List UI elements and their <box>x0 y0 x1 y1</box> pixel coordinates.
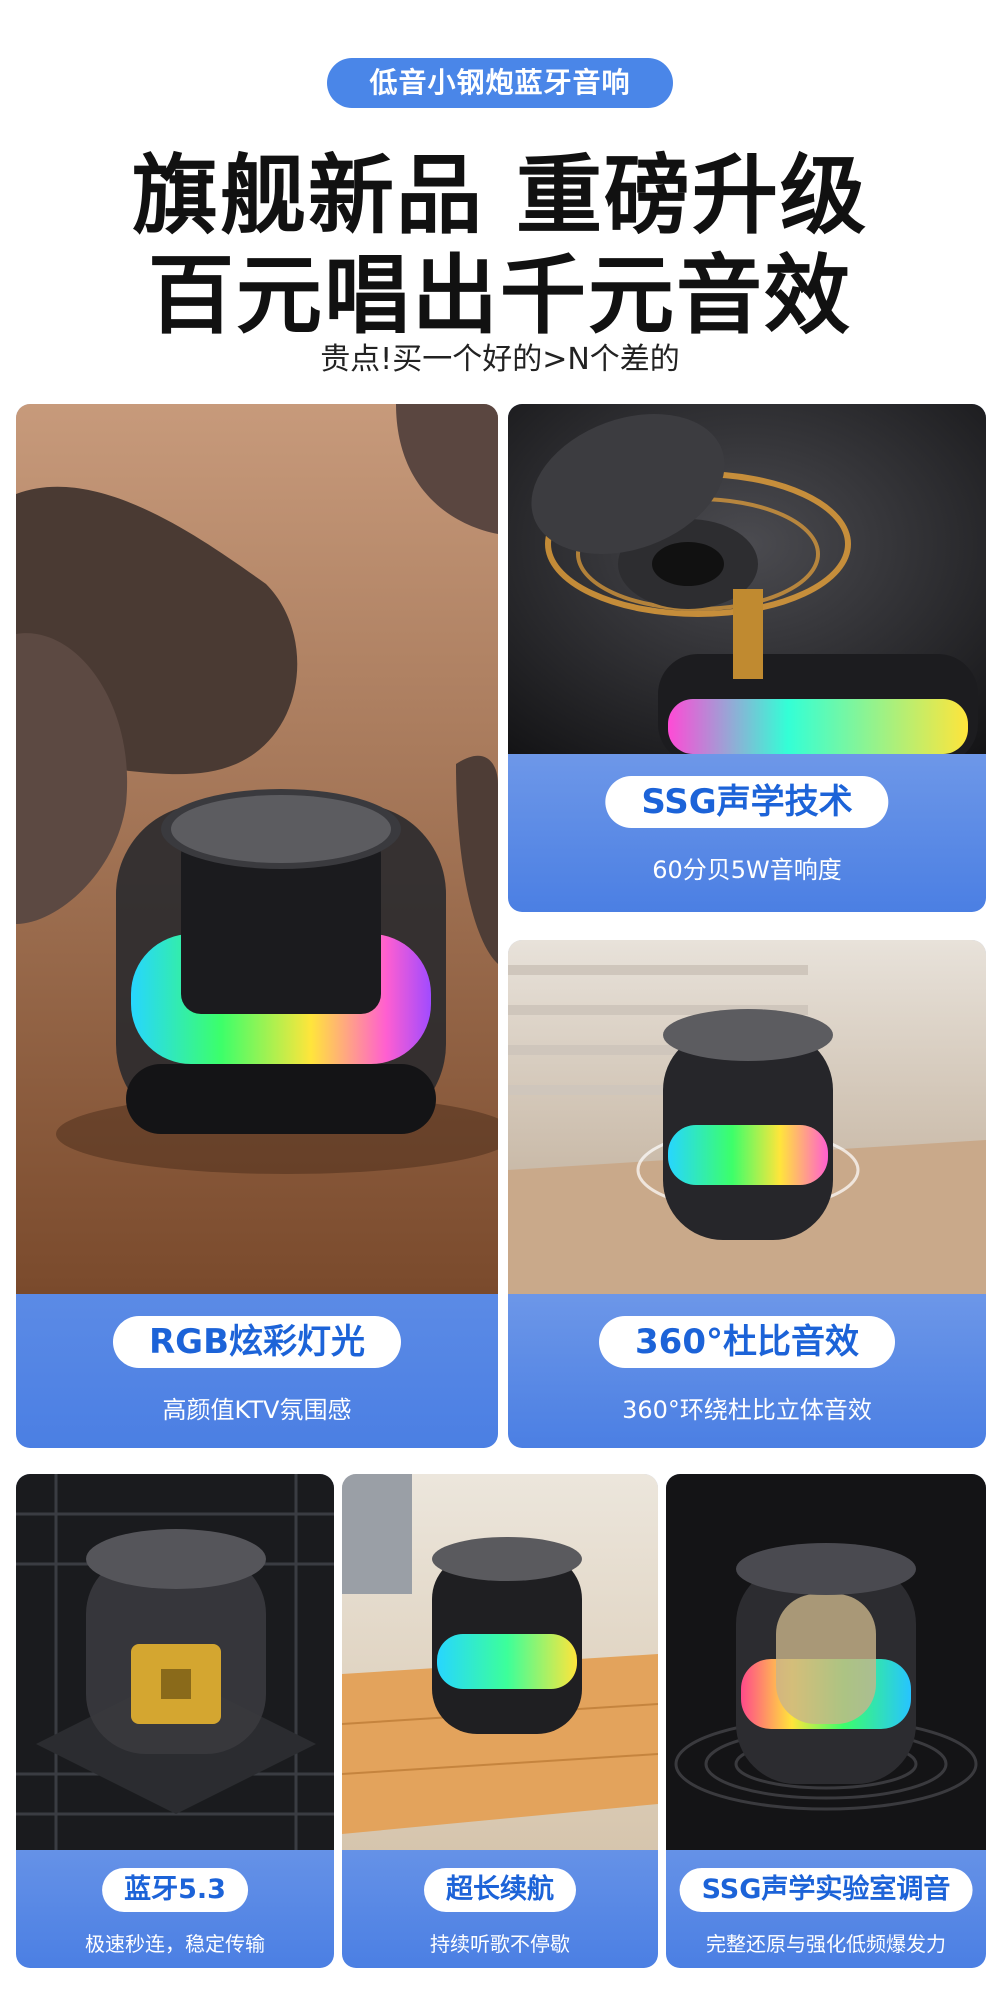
feature-subtitle: 极速秒连，稳定传输 <box>85 1932 265 1956</box>
feature-subtitle: 完整还原与强化低频爆发力 <box>706 1932 946 1956</box>
feature-title: RGB炫彩灯光 <box>112 1316 402 1368</box>
feature-subtitle: 60分贝5W音响度 <box>652 856 842 884</box>
feature-card-battery: 超长续航 持续听歌不停歇 <box>342 1474 658 1968</box>
feature-label-bluetooth: 蓝牙5.3 极速秒连，稳定传输 <box>16 1850 334 1968</box>
feature-label-ssg: SSG声学技术 60分贝5W音响度 <box>508 754 986 912</box>
speaker-on-chip-image <box>16 1474 334 1850</box>
feature-card-bluetooth: 蓝牙5.3 极速秒连，稳定传输 <box>16 1474 334 1968</box>
feature-card-ssg: SSG声学技术 60分贝5W音响度 <box>508 404 986 912</box>
speaker-on-table-image <box>508 940 986 1294</box>
headline-line-2: 百元唱出千元音效 <box>148 246 852 346</box>
exploded-speaker-image <box>508 404 986 754</box>
tagline: 贵点!买一个好的>N个差的 <box>320 342 680 377</box>
feature-title: 蓝牙5.3 <box>102 1868 248 1912</box>
feature-title: 超长续航 <box>424 1868 576 1912</box>
feature-title: SSG声学实验室调音 <box>679 1868 973 1912</box>
feature-card-ssg-lab: SSG声学实验室调音 完整还原与强化低频爆发力 <box>666 1474 986 1968</box>
speaker-outdoor-image <box>342 1474 658 1850</box>
feature-label-360: 360°杜比音效 360°环绕杜比立体音效 <box>508 1294 986 1448</box>
feature-label-battery: 超长续航 持续听歌不停歇 <box>342 1850 658 1968</box>
feature-title: SSG声学技术 <box>605 776 889 828</box>
feature-title: 360°杜比音效 <box>599 1316 895 1368</box>
feature-subtitle: 360°环绕杜比立体音效 <box>622 1396 872 1424</box>
product-category-badge: 低音小钢炮蓝牙音响 <box>327 58 673 108</box>
rgb-speaker-image <box>16 404 498 1294</box>
feature-label-rgb: RGB炫彩灯光 高颜值KTV氛围感 <box>16 1294 498 1448</box>
feature-card-360: 360°杜比音效 360°环绕杜比立体音效 <box>508 940 986 1448</box>
feature-card-rgb: RGB炫彩灯光 高颜值KTV氛围感 <box>16 404 498 1448</box>
feature-subtitle: 持续听歌不停歇 <box>430 1932 570 1956</box>
feature-label-ssg-lab: SSG声学实验室调音 完整还原与强化低频爆发力 <box>666 1850 986 1968</box>
speaker-ripple-image <box>666 1474 986 1850</box>
feature-subtitle: 高颜值KTV氛围感 <box>162 1396 352 1424</box>
